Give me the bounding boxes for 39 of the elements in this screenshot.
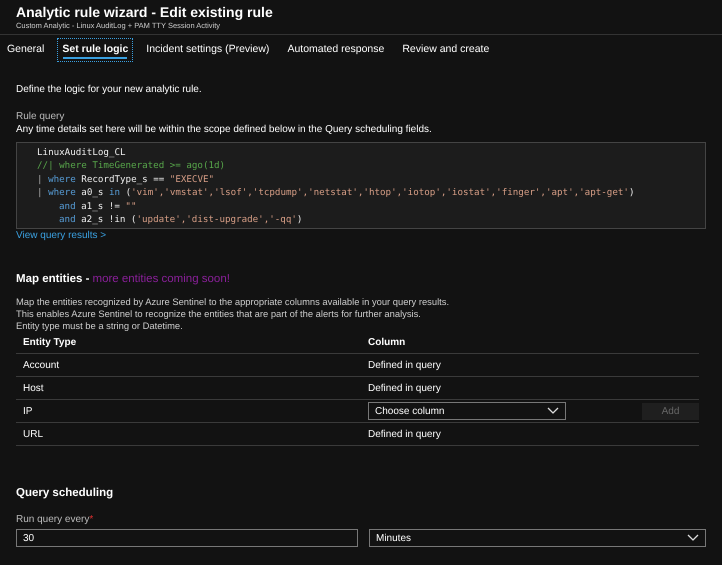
column-header: Column xyxy=(368,337,406,348)
description-text: Entity type must be a string or Datetime. xyxy=(16,320,184,332)
query-editor[interactable] xyxy=(16,142,706,230)
chevron-down-icon xyxy=(687,534,699,542)
wizard-tab[interactable]: Set rule logic xyxy=(57,38,134,62)
interval-input[interactable]: 30 xyxy=(16,529,358,548)
chevron-down-icon xyxy=(547,407,559,416)
table-cell: IP xyxy=(23,406,32,417)
field-label: Rule query xyxy=(16,111,66,123)
unit-dropdown[interactable]: Minutes xyxy=(369,529,706,548)
table-cell: Defined in query xyxy=(368,382,441,394)
table-cell: Defined in query xyxy=(368,360,441,371)
code-line: LinuxAuditLog_CL xyxy=(37,146,127,160)
wizard-tab[interactable]: Automated response xyxy=(282,38,390,62)
page-title: Analytic rule wizard - Edit existing rule xyxy=(16,3,274,21)
section-title: Query scheduling xyxy=(16,487,114,500)
field-label: Run query every xyxy=(16,514,90,526)
code-line: | where a0_s in ('vim','vmstat','lsof','tcpdump','netstat','htop','iotop','iostat','finger','apt','apt-get') xyxy=(37,186,636,200)
hint-text: Any time details set here will be within the scope defined below in the Query scheduling fields. xyxy=(16,123,433,137)
wizard-tab[interactable]: Review and create xyxy=(397,38,494,62)
description-text: This enables Azure Sentinel to recognize the entities that are part of the alerts for further analysis. xyxy=(16,308,422,320)
section-note: more entities coming soon! xyxy=(92,273,230,286)
wizard-tab[interactable]: Incident settings (Preview) xyxy=(141,38,274,62)
code-line: | where RecordType_s == "EXECVE" xyxy=(37,172,216,186)
code-line: //| where TimeGenerated >= ago(1d) xyxy=(37,159,226,173)
table-cell: Host xyxy=(23,382,44,394)
section-title: Map entities - xyxy=(16,273,90,286)
code-line: and a2_s !in ('update','dist-upgrade','-qq') xyxy=(58,213,304,226)
code-line: and a1_s != "" xyxy=(58,200,138,214)
description-text: Map the entities recognized by Azure Sentinel to the appropriate columns available in your query results. xyxy=(16,296,450,308)
intro-text: Define the logic for your new analytic rule. xyxy=(16,84,203,96)
column-dropdown[interactable]: Choose column xyxy=(368,402,566,420)
column-header: Entity Type xyxy=(23,337,76,348)
required-mark: * xyxy=(89,514,94,526)
table-cell: Defined in query xyxy=(368,428,441,440)
view-results-link[interactable]: View query results > xyxy=(16,230,106,242)
wizard-tab[interactable]: General xyxy=(2,38,50,62)
table-cell: URL xyxy=(23,428,44,440)
table-cell: Account xyxy=(23,360,60,371)
